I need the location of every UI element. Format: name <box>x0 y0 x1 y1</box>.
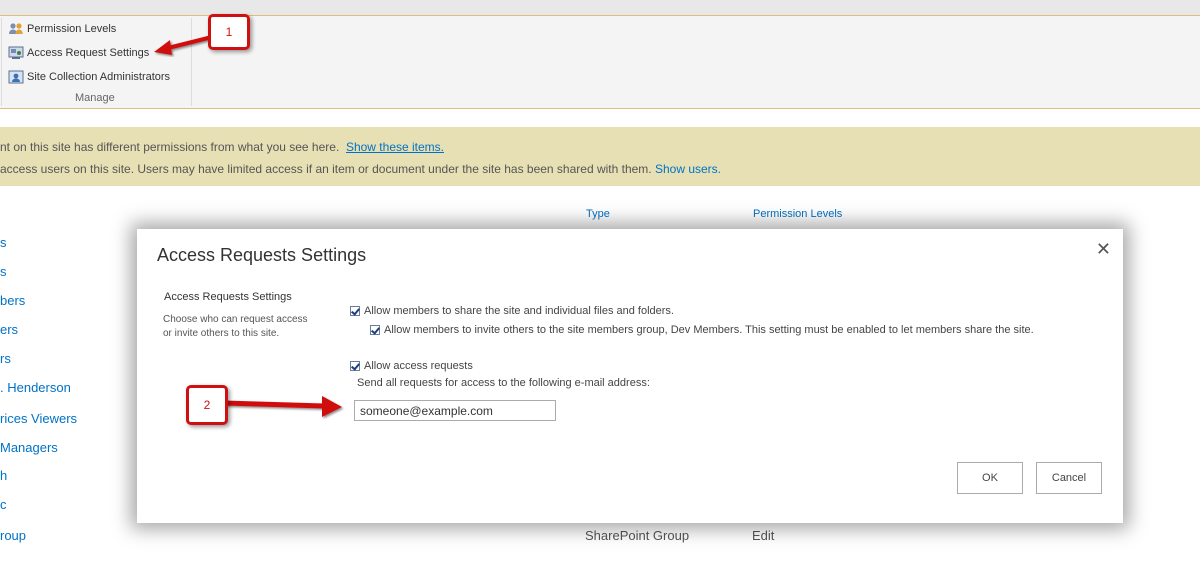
warning-line-1: nt on this site has different permission… <box>0 140 444 154</box>
list-item[interactable]: c <box>0 497 7 512</box>
list-item[interactable]: ers <box>0 322 18 337</box>
allow-share-label: Allow members to share the site and indi… <box>364 305 674 317</box>
show-users-link[interactable]: Show users. <box>655 162 721 176</box>
column-header-permission-levels[interactable]: Permission Levels <box>753 208 842 220</box>
allow-access-requests-label: Allow access requests <box>364 360 473 372</box>
warning-line-2: access users on this site. Users may hav… <box>0 162 721 176</box>
close-icon[interactable]: ✕ <box>1096 239 1111 260</box>
callout-1: 1 <box>208 14 250 50</box>
row-permission: Edit <box>752 528 775 543</box>
allow-access-requests-option: Allow access requests <box>350 360 473 372</box>
people-icon <box>8 22 24 36</box>
permission-levels-button[interactable]: Permission Levels <box>8 22 116 36</box>
allow-share-checkbox[interactable] <box>350 306 360 316</box>
top-strip <box>0 0 1200 15</box>
email-label: Send all requests for access to the foll… <box>357 377 650 389</box>
permission-levels-label: Permission Levels <box>27 23 117 35</box>
allow-share-option: Allow members to share the site and indi… <box>350 305 674 317</box>
warning-line-2-text: access users on this site. Users may hav… <box>0 162 652 176</box>
list-item[interactable]: bers <box>0 293 25 308</box>
list-item[interactable]: rices Viewers <box>0 411 77 426</box>
ok-button[interactable]: OK <box>957 462 1023 494</box>
allow-invite-option: Allow members to invite others to the si… <box>370 324 1034 336</box>
section-description: Choose who can request access or invite … <box>163 314 308 339</box>
access-request-settings-label: Access Request Settings <box>27 47 150 59</box>
ribbon-divider <box>1 18 2 106</box>
allow-invite-label: Allow members to invite others to the si… <box>384 324 1034 336</box>
site-collection-administrators-button[interactable]: Site Collection Administrators <box>8 70 170 84</box>
list-item[interactable]: Managers <box>0 440 58 455</box>
email-field[interactable]: someone@example.com <box>354 400 556 421</box>
access-requests-dialog: Access Requests Settings ✕ Access Reques… <box>137 229 1123 523</box>
list-item[interactable]: roup <box>0 528 26 543</box>
list-item[interactable]: . Henderson <box>0 380 71 395</box>
warning-line-1-text: nt on this site has different permission… <box>0 140 340 154</box>
row-type: SharePoint Group <box>585 528 690 543</box>
list-item[interactable]: h <box>0 468 7 483</box>
callout-2-arrow <box>223 396 342 417</box>
ribbon-group-label: Manage <box>75 92 115 104</box>
show-these-items-link[interactable]: Show these items. <box>346 140 444 154</box>
column-header-type[interactable]: Type <box>586 208 610 220</box>
cancel-button[interactable]: Cancel <box>1036 462 1102 494</box>
allow-access-requests-checkbox[interactable] <box>350 361 360 371</box>
list-item[interactable]: rs <box>0 351 11 366</box>
permissions-warning-bar: nt on this site has different permission… <box>0 127 1200 186</box>
dialog-title: Access Requests Settings <box>157 245 367 265</box>
access-request-settings-button[interactable]: Access Request Settings <box>8 46 149 60</box>
site-collection-administrators-label: Site Collection Administrators <box>27 71 171 83</box>
list-item[interactable]: s <box>0 264 7 279</box>
section-title: Access Requests Settings <box>164 291 292 303</box>
callout-2: 2 <box>186 385 228 425</box>
admin-icon <box>8 70 24 84</box>
access-request-icon <box>8 46 24 60</box>
allow-invite-checkbox[interactable] <box>370 325 380 335</box>
list-item[interactable]: s <box>0 235 7 250</box>
